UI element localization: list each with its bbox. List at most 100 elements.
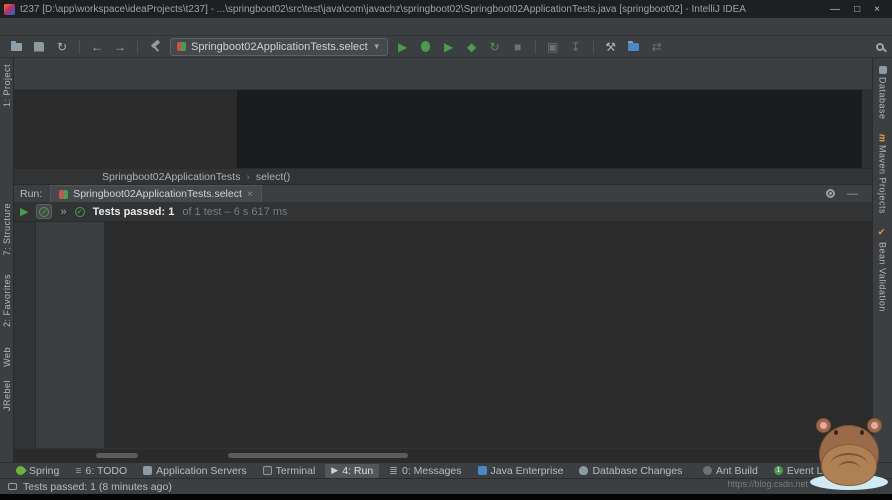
java-enterprise-icon: [477, 466, 487, 475]
toolwindow-application-servers[interactable]: Application Servers: [137, 464, 252, 478]
toolwindow-todo[interactable]: ≡ 6: TODO: [69, 464, 133, 478]
close-button[interactable]: ×: [874, 4, 880, 15]
right-tool-stripe: Database m Maven Projects ✔ Bean Validatio…: [872, 58, 892, 462]
editor-background: [237, 90, 862, 168]
forward-icon[interactable]: →: [112, 40, 128, 54]
jrebel-icon: [850, 466, 860, 475]
coverage-icon[interactable]: ▶: [441, 40, 457, 54]
event-bubble-icon: [8, 483, 17, 490]
database-icon: [878, 66, 887, 74]
toolwindow-spring[interactable]: Spring: [10, 464, 65, 478]
close-icon[interactable]: ×: [247, 188, 253, 200]
project-structure-icon[interactable]: [626, 40, 642, 54]
toolwindow-ant-build[interactable]: Ant Build: [697, 464, 764, 478]
stop-icon[interactable]: ■: [510, 40, 526, 54]
test-status-row: ▶ ✓ » ✓ Tests passed: 1 of 1 test – 6 s …: [14, 202, 872, 222]
sidebar-item-bean-validation[interactable]: ✔ Bean Validation: [878, 228, 888, 311]
save-icon[interactable]: [31, 40, 47, 54]
profiler-icon[interactable]: ◆: [464, 40, 480, 54]
minimize-button[interactable]: —: [830, 4, 840, 15]
search-everywhere-icon[interactable]: [876, 42, 884, 51]
tests-passed-label: Tests passed: 1: [92, 205, 175, 218]
run-tab[interactable]: Springboot02ApplicationTests.select ×: [50, 185, 263, 202]
spring-icon: [14, 464, 27, 477]
status-message: Tests passed: 1 (8 minutes ago): [23, 480, 172, 493]
tests-passed-icon: ✓: [74, 206, 85, 217]
run-console[interactable]: [110, 222, 854, 448]
main-toolbar: ↻ ← → Springboot02ApplicationTests.selec…: [0, 36, 892, 58]
run-configuration-combo[interactable]: Springboot02ApplicationTests.select ▼: [170, 37, 388, 56]
csdn-watermark: https://blog.csdn.net: [727, 479, 808, 489]
scrollbar-thumb[interactable]: [96, 453, 138, 458]
chevron-right-icon: ›: [246, 170, 250, 183]
left-tool-stripe: 1: Project 7: Structure 2: Favorites Web…: [0, 58, 14, 462]
rerun-tests-icon[interactable]: ▶: [20, 205, 28, 218]
hide-panel-icon[interactable]: —: [847, 188, 858, 200]
sidebar-item-database[interactable]: Database: [878, 66, 888, 120]
breadcrumb-method[interactable]: select(): [256, 171, 290, 183]
toolwindow-database-changes[interactable]: Database Changes: [573, 464, 688, 478]
attach-icon[interactable]: ↧: [568, 40, 584, 54]
gear-icon[interactable]: [826, 189, 835, 198]
run-tool-window-header: Run: Springboot02ApplicationTests.select…: [14, 184, 872, 202]
bean-validation-icon: ✔: [877, 228, 888, 239]
toolwindow-run[interactable]: ▶ 4: Run: [325, 463, 380, 478]
horizontal-scrollbar: [14, 448, 872, 462]
run-config-icon: [177, 42, 186, 51]
maximize-button[interactable]: □: [854, 4, 860, 15]
run-icon[interactable]: ▶: [395, 40, 411, 54]
debug-icon[interactable]: [418, 40, 434, 54]
idea-window: t237 [D:\app\workspace\ideaProjects\t237…: [0, 0, 892, 500]
run-panel-label: Run:: [20, 187, 43, 200]
show-passed-toggle[interactable]: ✓: [36, 204, 53, 219]
sidebar-item-project[interactable]: 1: Project: [2, 64, 12, 107]
console-area: [104, 222, 872, 448]
todo-icon: ≡: [75, 464, 82, 477]
menu-bar: [0, 18, 892, 36]
toolbar-divider: [79, 39, 80, 54]
window-title: t237 [D:\app\workspace\ideaProjects\t237…: [20, 3, 746, 15]
check-icon: ✓: [39, 206, 50, 217]
editor-breadcrumb: Springboot02ApplicationTests › select(): [14, 168, 872, 184]
run-dashboard-icon[interactable]: ▣: [545, 40, 561, 54]
messages-icon: ≣: [389, 464, 398, 477]
editor-tab-bar: [14, 72, 872, 90]
breadcrumb: [14, 58, 872, 72]
wrench-icon[interactable]: ⚒: [603, 40, 619, 54]
back-icon[interactable]: ←: [89, 40, 105, 54]
toolbar-divider: [592, 39, 594, 54]
toolbar-divider: [137, 39, 138, 54]
sync-settings-icon[interactable]: ⇄: [649, 40, 665, 54]
bottom-edge: [0, 494, 892, 500]
rerun-icon[interactable]: ↻: [487, 40, 503, 54]
breadcrumb-class[interactable]: Springboot02ApplicationTests: [102, 171, 240, 183]
tool-window-bar: Spring ≡ 6: TODO Application Servers Term…: [0, 462, 892, 478]
expand-chevrons-icon[interactable]: »: [60, 206, 66, 218]
maven-icon: m: [877, 133, 888, 143]
sidebar-item-web[interactable]: Web: [2, 347, 12, 367]
toolwindow-messages[interactable]: ≣ 0: Messages: [383, 464, 467, 478]
toolbar-divider: [534, 39, 536, 54]
code-editor[interactable]: [14, 90, 872, 168]
test-tree: [36, 222, 104, 448]
chevron-down-icon: ▼: [372, 42, 381, 51]
toolwindow-java-enterprise[interactable]: Java Enterprise: [472, 464, 570, 478]
sidebar-item-structure[interactable]: 7: Structure: [2, 203, 12, 256]
toolwindow-jrebel[interactable]: JR: [844, 464, 882, 478]
database-changes-icon: [579, 466, 589, 475]
run-icon: ▶: [331, 465, 339, 475]
editor-scrollbar[interactable]: [862, 90, 872, 168]
open-icon[interactable]: [8, 40, 24, 54]
scrollbar-thumb[interactable]: [228, 453, 408, 458]
sidebar-item-favorites[interactable]: 2: Favorites: [2, 274, 12, 327]
build-hammer-icon[interactable]: [147, 40, 163, 54]
run-config-label: Springboot02ApplicationTests.select: [191, 40, 368, 53]
sidebar-item-jrebel[interactable]: JRebel: [2, 380, 12, 411]
event-log-icon: 1: [773, 466, 783, 475]
toolwindow-terminal[interactable]: Terminal: [257, 464, 322, 478]
toolwindow-event-log[interactable]: 1 Event Log: [768, 464, 840, 478]
sidebar-item-maven-projects[interactable]: m Maven Projects: [878, 134, 888, 215]
sync-icon[interactable]: ↻: [54, 40, 70, 54]
run-config-icon: [59, 189, 69, 199]
intellij-logo-icon: [4, 3, 15, 15]
